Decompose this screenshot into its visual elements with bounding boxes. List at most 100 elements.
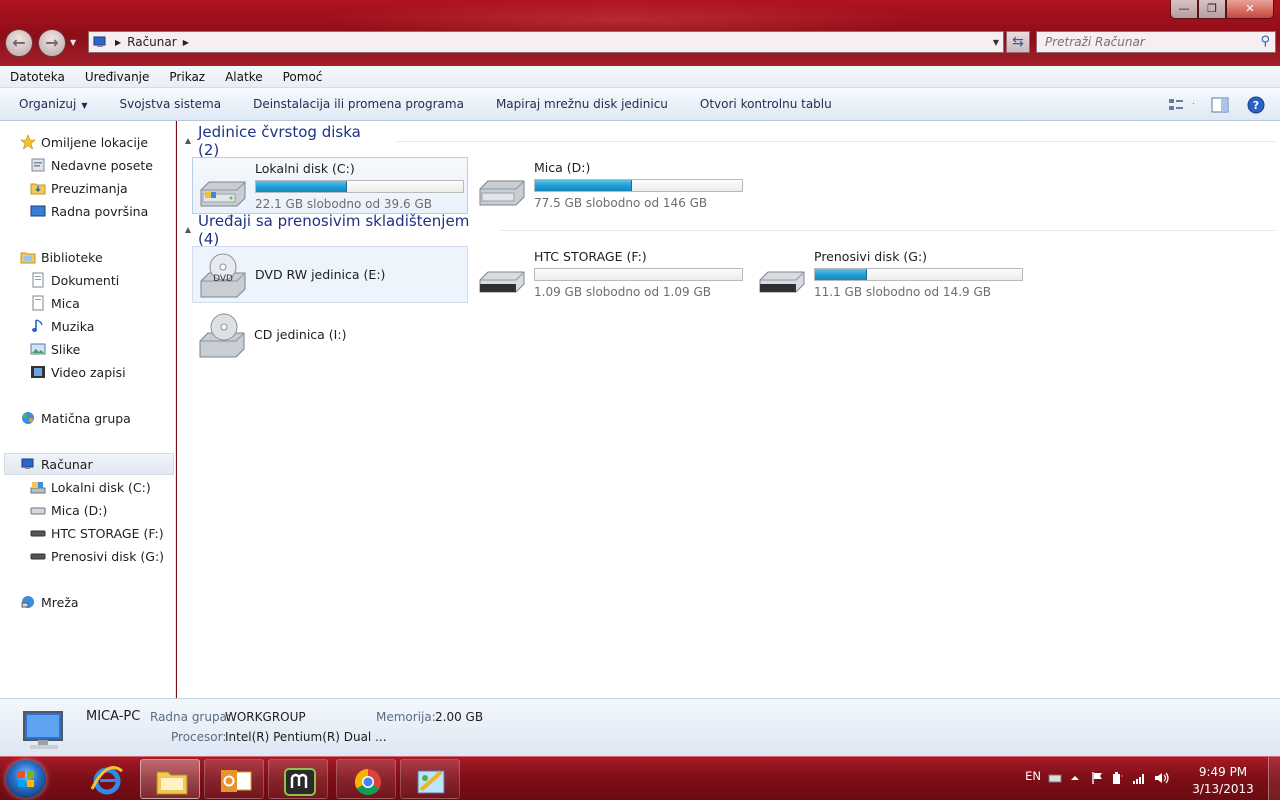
start-button[interactable] bbox=[6, 760, 46, 798]
taskbar-paint-app[interactable] bbox=[400, 759, 460, 799]
nav-documents[interactable]: Dokumenti bbox=[0, 269, 174, 291]
map-network-drive-button[interactable]: Mapiraj mrežnu disk jedinicu bbox=[496, 97, 668, 111]
usage-bar-fill bbox=[535, 180, 633, 191]
network-signal-icon[interactable] bbox=[1132, 771, 1146, 785]
recent-pages-dropdown[interactable]: ▼ bbox=[70, 38, 76, 47]
drive-tile-e[interactable]: DVD DVD RW jedinica (E:) bbox=[192, 246, 468, 303]
nav-computer-label: Računar bbox=[41, 456, 93, 472]
drive-tile-g[interactable]: Prenosivi disk (G:) 11.1 GB slobodno od … bbox=[752, 246, 1028, 303]
language-indicator[interactable]: EN bbox=[1025, 769, 1041, 783]
forward-arrow-icon: → bbox=[45, 33, 59, 52]
nav-desktop[interactable]: Radna površina bbox=[0, 200, 174, 222]
breadcrumb-separator-icon[interactable]: ▶ bbox=[115, 38, 121, 47]
system-properties-button[interactable]: Svojstva sistema bbox=[119, 97, 221, 111]
nav-recent-places[interactable]: Nedavne posete bbox=[0, 154, 174, 176]
breadcrumb-separator-icon[interactable]: ▶ bbox=[183, 38, 189, 47]
nav-recent-places-label: Nedavne posete bbox=[51, 157, 153, 173]
search-input[interactable] bbox=[1037, 32, 1247, 52]
open-control-panel-button[interactable]: Otvori kontrolnu tablu bbox=[700, 97, 832, 111]
power-icon[interactable] bbox=[1110, 771, 1124, 785]
menu-help[interactable]: Pomoć bbox=[273, 70, 333, 84]
hard-drive-icon bbox=[30, 507, 46, 515]
group-divider bbox=[499, 229, 1275, 231]
drive-tile-d[interactable]: Mica (D:) 77.5 GB slobodno od 146 GB bbox=[472, 157, 748, 214]
nav-drive-c[interactable]: Lokalni disk (C:) bbox=[0, 476, 174, 498]
refresh-icon: ⇆ bbox=[1012, 34, 1024, 50]
homegroup-icon bbox=[22, 412, 34, 424]
taskbar-linux-mint-app[interactable] bbox=[268, 759, 328, 799]
usage-bar bbox=[534, 179, 743, 192]
view-options-icon[interactable] bbox=[1160, 96, 1194, 114]
drive-name: HTC STORAGE (F:) bbox=[534, 249, 647, 264]
clock-date: 3/13/2013 bbox=[1192, 782, 1254, 796]
show-hidden-icons-icon[interactable] bbox=[1068, 771, 1082, 785]
nav-computer[interactable]: Računar bbox=[4, 453, 174, 475]
nav-drive-d-label: Mica (D:) bbox=[51, 502, 108, 518]
menu-file[interactable]: Datoteka bbox=[0, 70, 75, 84]
search-box[interactable]: ⚲ bbox=[1036, 31, 1276, 53]
organize-label: Organizuj bbox=[19, 97, 77, 111]
dvd-label: DVD bbox=[213, 274, 233, 284]
keyboard-icon[interactable] bbox=[1048, 771, 1062, 785]
close-button[interactable]: ✕ bbox=[1226, 0, 1274, 19]
chevron-down-icon: ▼ bbox=[81, 101, 88, 110]
nav-downloads[interactable]: Preuzimanja bbox=[0, 177, 174, 199]
library-icon bbox=[32, 295, 44, 311]
forward-button[interactable]: → bbox=[38, 29, 66, 57]
menu-tools[interactable]: Alatke bbox=[215, 70, 273, 84]
group-divider bbox=[396, 140, 1275, 142]
drive-tile-c[interactable]: Lokalni disk (C:) 22.1 GB slobodno od 39… bbox=[192, 157, 468, 214]
details-pane: MICA-PC Radna grupa: WORKGROUP Memorija:… bbox=[0, 698, 1280, 756]
drive-name: Mica (D:) bbox=[534, 160, 591, 175]
nav-videos[interactable]: Video zapisi bbox=[0, 361, 174, 383]
nav-pictures[interactable]: Slike bbox=[0, 338, 174, 360]
organize-button[interactable]: Organizuj ▼ bbox=[19, 97, 87, 111]
preview-pane-icon[interactable] bbox=[1210, 96, 1230, 114]
processor-value: Intel(R) Pentium(R) Dual ... bbox=[225, 730, 387, 744]
menu-edit[interactable]: Uređivanje bbox=[75, 70, 160, 84]
group-header-hard-drives[interactable]: Jedinice čvrstog diska (2) bbox=[185, 123, 1275, 159]
address-dropdown-icon[interactable]: ▼ bbox=[993, 38, 999, 47]
address-bar[interactable]: ▶ Računar ▶ ▼ bbox=[88, 31, 1004, 53]
nav-music[interactable]: Muzika bbox=[0, 315, 174, 337]
search-icon[interactable]: ⚲ bbox=[1260, 34, 1270, 49]
clock[interactable]: 9:49 PM 3/13/2013 bbox=[1188, 764, 1258, 798]
drive-name: Lokalni disk (C:) bbox=[255, 161, 355, 176]
nav-favorites[interactable]: Omiljene lokacije bbox=[0, 131, 174, 153]
local-disk-icon bbox=[200, 181, 246, 207]
uninstall-program-button[interactable]: Deinstalacija ili promena programa bbox=[253, 97, 464, 111]
nav-drive-f[interactable]: HTC STORAGE (F:) bbox=[0, 522, 174, 544]
taskbar-outlook[interactable] bbox=[204, 759, 264, 799]
usage-bar bbox=[814, 268, 1023, 281]
back-button[interactable]: ← bbox=[5, 29, 33, 57]
volume-icon[interactable] bbox=[1154, 771, 1170, 785]
minimize-button[interactable]: — bbox=[1170, 0, 1198, 19]
show-desktop-button[interactable] bbox=[1268, 757, 1280, 800]
drive-tile-i[interactable]: CD jedinica (I:) bbox=[192, 307, 468, 364]
taskbar-chrome[interactable] bbox=[336, 759, 396, 799]
nav-drive-d[interactable]: Mica (D:) bbox=[0, 499, 174, 521]
nav-drive-g[interactable]: Prenosivi disk (G:) bbox=[0, 545, 174, 567]
help-icon[interactable]: ? bbox=[1246, 96, 1266, 114]
nav-drive-g-label: Prenosivi disk (G:) bbox=[51, 548, 165, 564]
action-center-flag-icon[interactable] bbox=[1090, 771, 1104, 785]
maximize-button[interactable]: ❐ bbox=[1198, 0, 1226, 19]
drive-tile-f[interactable]: HTC STORAGE (F:) 1.09 GB slobodno od 1.0… bbox=[472, 246, 748, 303]
removable-drive-icon bbox=[30, 530, 46, 537]
refresh-button[interactable]: ⇆ bbox=[1006, 31, 1030, 53]
group-header-removable[interactable]: Uređaji sa prenosivim skladištenjem (4) bbox=[185, 212, 1275, 248]
nav-libraries[interactable]: Biblioteke bbox=[0, 246, 174, 268]
collapse-triangle-icon[interactable] bbox=[185, 138, 191, 144]
taskbar: EN 9:49 PM 3/13/2013 bbox=[0, 756, 1280, 800]
memory-value: 2.00 GB bbox=[435, 710, 484, 724]
processor-label: Procesor: bbox=[171, 730, 227, 744]
taskbar-windows-explorer[interactable] bbox=[140, 759, 200, 799]
nav-homegroup[interactable]: Matična grupa bbox=[0, 407, 174, 429]
menu-view[interactable]: Prikaz bbox=[159, 70, 215, 84]
nav-mica[interactable]: Mica bbox=[0, 292, 174, 314]
nav-network[interactable]: Mreža bbox=[0, 591, 174, 613]
breadcrumb-computer[interactable]: Računar bbox=[127, 35, 177, 49]
collapse-triangle-icon[interactable] bbox=[185, 227, 191, 233]
taskbar-internet-explorer[interactable] bbox=[76, 759, 136, 799]
paint-icon bbox=[417, 770, 445, 794]
